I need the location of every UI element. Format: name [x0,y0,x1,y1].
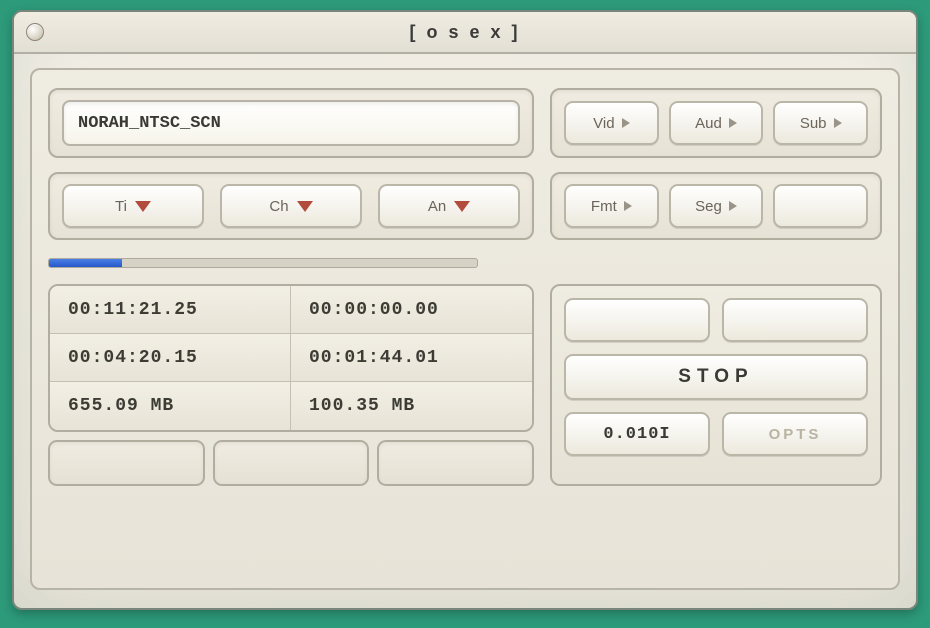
progress-wrap [48,256,882,270]
audio-stream-button[interactable]: Aud [669,101,764,145]
opts-button[interactable]: OPTS [722,412,868,456]
segment-label: Seg [695,198,722,215]
stats-grid: 00:11:21.25 00:00:00.00 00:04:20.15 00:0… [48,284,534,432]
opts-label: OPTS [769,426,822,443]
format-label: Fmt [591,198,617,215]
title-select-button[interactable]: Ti [62,184,204,228]
video-stream-label: Vid [593,115,614,132]
control-blank-2[interactable] [722,298,868,342]
chevron-down-icon [454,201,470,212]
close-button[interactable] [26,23,44,41]
chevron-right-icon [834,118,842,128]
window-body: NORAH_NTSC_SCN Vid Aud Sub [14,54,916,608]
control-blank-1[interactable] [564,298,710,342]
stat-total-time: 00:11:21.25 [50,286,291,334]
title-select-label: Ti [115,198,127,215]
bottom-empty-row [48,440,534,486]
row-selectors-format: Ti Ch An Fmt [48,172,882,240]
video-stream-button[interactable]: Vid [564,101,659,145]
chevron-right-icon [729,201,737,211]
controls-group: STOP 0.010I OPTS [550,284,882,486]
stat-done-size: 100.35 MB [291,382,532,430]
stat-elapsed: 00:01:44.01 [291,334,532,382]
rate-label: 0.010I [603,425,670,444]
chevron-right-icon [729,118,737,128]
controls-row-1 [564,298,868,342]
subtitle-stream-button[interactable]: Sub [773,101,868,145]
rate-button[interactable]: 0.010I [564,412,710,456]
empty-slot-1 [48,440,205,486]
angle-select-button[interactable]: An [378,184,520,228]
stop-label: STOP [678,366,753,388]
titlebar: [ o s e x ] [14,12,916,54]
selectors-group: Ti Ch An [48,172,534,240]
row-disc-streams: NORAH_NTSC_SCN Vid Aud Sub [48,88,882,158]
streams-group: Vid Aud Sub [550,88,882,158]
stat-done-time: 00:04:20.15 [50,334,291,382]
chevron-down-icon [297,201,313,212]
disc-name-field[interactable]: NORAH_NTSC_SCN [62,100,520,146]
main-panel: NORAH_NTSC_SCN Vid Aud Sub [30,68,900,590]
disc-name-text: NORAH_NTSC_SCN [78,114,221,133]
controls-row-opts: 0.010I OPTS [564,412,868,456]
blank-button[interactable] [773,184,868,228]
empty-slot-3 [377,440,534,486]
controls-row-stop: STOP [564,354,868,400]
stat-null-time: 00:00:00.00 [291,286,532,334]
stats-left: 00:11:21.25 00:00:00.00 00:04:20.15 00:0… [48,284,534,486]
disc-name-group: NORAH_NTSC_SCN [48,88,534,158]
progress-bar [48,258,478,268]
chevron-right-icon [622,118,630,128]
stop-button[interactable]: STOP [564,354,868,400]
chevron-right-icon [624,201,632,211]
subtitle-stream-label: Sub [800,115,827,132]
app-window: [ o s e x ] NORAH_NTSC_SCN Vid Aud [12,10,918,610]
format-group: Fmt Seg [550,172,882,240]
stat-total-size: 655.09 MB [50,382,291,430]
progress-fill [49,259,122,267]
angle-select-label: An [428,198,446,215]
chapter-select-button[interactable]: Ch [220,184,362,228]
row-stats-controls: 00:11:21.25 00:00:00.00 00:04:20.15 00:0… [48,284,882,486]
format-button[interactable]: Fmt [564,184,659,228]
segment-button[interactable]: Seg [669,184,764,228]
window-title: [ o s e x ] [14,22,916,43]
empty-slot-2 [213,440,370,486]
chapter-select-label: Ch [269,198,288,215]
audio-stream-label: Aud [695,115,722,132]
chevron-down-icon [135,201,151,212]
